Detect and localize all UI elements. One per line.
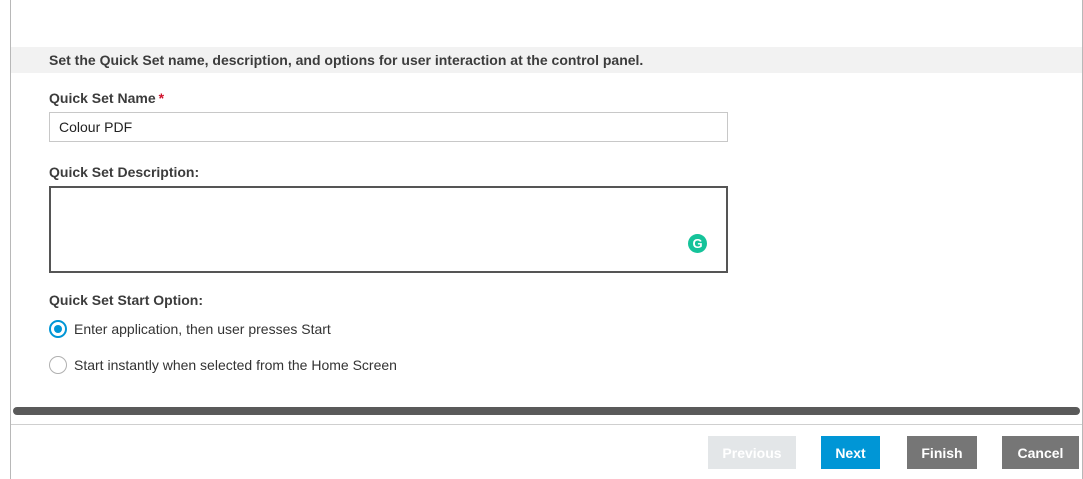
start-option-start-instantly[interactable]: Start instantly when selected from the H… bbox=[49, 355, 397, 375]
finish-button[interactable]: Finish bbox=[907, 436, 977, 469]
horizontal-scrollbar[interactable] bbox=[11, 407, 1082, 416]
next-button[interactable]: Next bbox=[821, 436, 880, 469]
quick-set-description-label: Quick Set Description: bbox=[49, 164, 200, 180]
cancel-button[interactable]: Cancel bbox=[1002, 436, 1079, 469]
instruction-text: Set the Quick Set name, description, and… bbox=[11, 47, 1082, 73]
quick-set-name-input[interactable] bbox=[49, 112, 728, 142]
footer-divider bbox=[11, 424, 1082, 425]
wizard-dialog: Set the Quick Set name, description, and… bbox=[10, 0, 1083, 479]
scrollbar-thumb[interactable] bbox=[13, 407, 1080, 415]
quick-set-description-input[interactable] bbox=[49, 186, 728, 273]
grammarly-icon[interactable]: G bbox=[688, 234, 707, 253]
previous-button[interactable]: Previous bbox=[708, 436, 796, 469]
start-option-label: Start instantly when selected from the H… bbox=[74, 357, 397, 373]
radio-selected-icon[interactable] bbox=[49, 320, 67, 338]
required-marker: * bbox=[158, 90, 165, 106]
start-option-enter-application[interactable]: Enter application, then user presses Sta… bbox=[49, 319, 331, 339]
start-option-label: Enter application, then user presses Sta… bbox=[74, 321, 331, 337]
quick-set-name-label-text: Quick Set Name bbox=[49, 90, 156, 106]
quick-set-start-option-label: Quick Set Start Option: bbox=[49, 292, 204, 308]
radio-unselected-icon[interactable] bbox=[49, 356, 67, 374]
quick-set-name-label: Quick Set Name * bbox=[49, 90, 164, 106]
